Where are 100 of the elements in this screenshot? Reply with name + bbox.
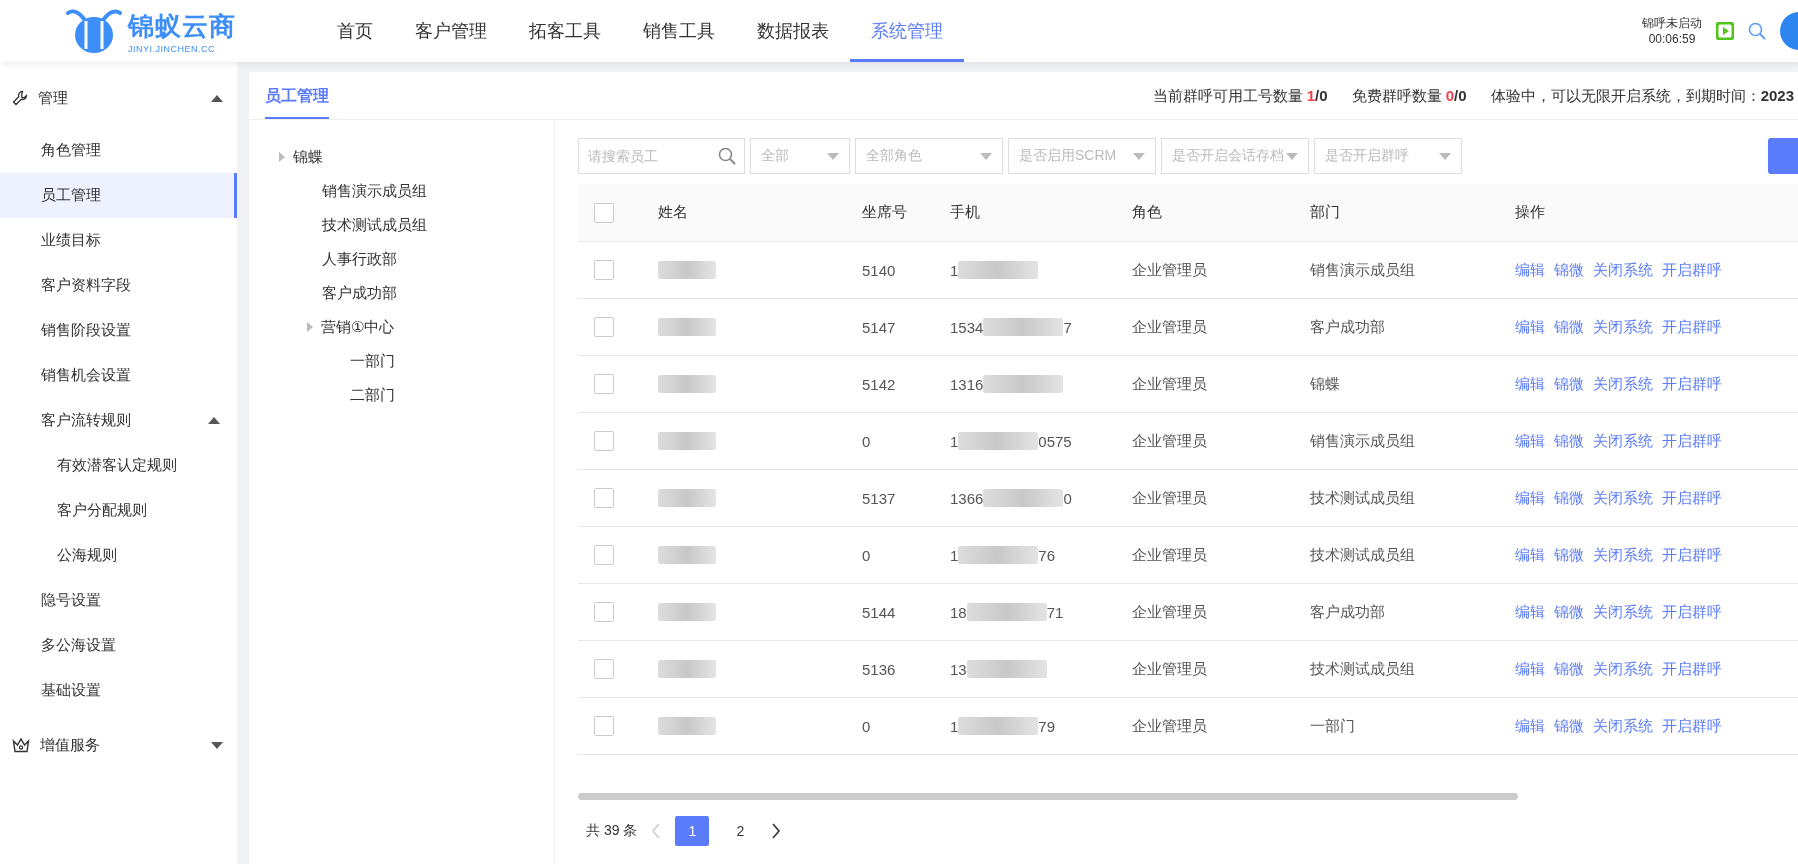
action-link[interactable]: 关闭系统 — [1593, 488, 1653, 508]
action-link[interactable]: 编辑 — [1515, 317, 1545, 337]
play-icon[interactable] — [1716, 22, 1734, 40]
action-link[interactable]: 编辑 — [1515, 602, 1545, 622]
sidebar-item[interactable]: 员工管理 — [0, 173, 237, 218]
action-link[interactable]: 关闭系统 — [1593, 716, 1653, 736]
sidebar-item[interactable]: 多公海设置 — [0, 623, 237, 668]
action-link[interactable]: 锦微 — [1554, 317, 1584, 337]
page-tab[interactable]: 员工管理 — [265, 86, 329, 119]
action-link[interactable]: 开启群呼 — [1662, 431, 1722, 451]
page-button[interactable]: 2 — [723, 816, 758, 846]
action-link[interactable]: 开启群呼 — [1662, 716, 1722, 736]
action-link[interactable]: 编辑 — [1515, 488, 1545, 508]
nav-tab[interactable]: 系统管理 — [850, 0, 964, 62]
next-page-icon[interactable] — [771, 823, 782, 839]
filter-select[interactable]: 全部 — [750, 138, 850, 174]
tree-node[interactable]: 技术测试成员组 — [322, 215, 427, 235]
filter-select[interactable]: 是否开启群呼 — [1314, 138, 1462, 174]
sidebar-item[interactable]: 销售阶段设置 — [0, 308, 237, 353]
sidebar-item[interactable]: 销售机会设置 — [0, 353, 237, 398]
sidebar-item[interactable]: 基础设置 — [0, 668, 237, 713]
action-link[interactable]: 编辑 — [1515, 260, 1545, 280]
action-link[interactable]: 锦微 — [1554, 716, 1584, 736]
action-link[interactable]: 锦微 — [1554, 545, 1584, 565]
action-link[interactable]: 编辑 — [1515, 374, 1545, 394]
search-field[interactable]: 请搜索员工 — [578, 138, 745, 174]
tree-node[interactable]: 一部门 — [350, 351, 395, 371]
action-button[interactable] — [1768, 138, 1798, 174]
dropdown-caret-icon — [1439, 152, 1451, 160]
action-link[interactable]: 锦微 — [1554, 374, 1584, 394]
expand-icon[interactable] — [307, 322, 313, 332]
filter-select[interactable]: 全部角色 — [855, 138, 1003, 174]
sidebar-item[interactable]: 公海规则 — [0, 533, 237, 578]
action-link[interactable]: 开启群呼 — [1662, 260, 1722, 280]
action-link[interactable]: 锦微 — [1554, 488, 1584, 508]
action-link[interactable]: 关闭系统 — [1593, 317, 1653, 337]
action-link[interactable]: 锦微 — [1554, 602, 1584, 622]
row-checkbox[interactable] — [594, 374, 614, 394]
nav-tab[interactable]: 数据报表 — [736, 0, 850, 62]
action-link[interactable]: 开启群呼 — [1662, 374, 1722, 394]
tree-node[interactable]: 销售演示成员组 — [322, 181, 427, 201]
filter-select[interactable]: 是否开启会话存档 — [1161, 138, 1309, 174]
action-link[interactable]: 开启群呼 — [1662, 317, 1722, 337]
row-checkbox[interactable] — [594, 431, 614, 451]
action-link[interactable]: 编辑 — [1515, 659, 1545, 679]
row-checkbox[interactable] — [594, 716, 614, 736]
action-link[interactable]: 锦微 — [1554, 260, 1584, 280]
action-link[interactable]: 开启群呼 — [1662, 659, 1722, 679]
previous-page-icon[interactable] — [651, 823, 662, 839]
row-checkbox[interactable] — [594, 602, 614, 622]
nav-tab[interactable]: 首页 — [316, 0, 394, 62]
action-link[interactable]: 编辑 — [1515, 431, 1545, 451]
action-link[interactable]: 编辑 — [1515, 545, 1545, 565]
action-link[interactable]: 关闭系统 — [1593, 374, 1653, 394]
nav-tab[interactable]: 客户管理 — [394, 0, 508, 62]
sidebar-section[interactable]: 增值服务 — [0, 723, 237, 767]
row-checkbox[interactable] — [594, 260, 614, 280]
select-all-checkbox[interactable] — [594, 202, 614, 223]
action-link[interactable]: 关闭系统 — [1593, 659, 1653, 679]
sidebar-section[interactable]: 管理 — [0, 76, 237, 120]
sidebar-item[interactable]: 有效潜客认定规则 — [0, 443, 237, 488]
tree-node[interactable]: 人事行政部 — [322, 249, 397, 269]
action-link[interactable]: 开启群呼 — [1662, 488, 1722, 508]
sidebar-item[interactable]: 客户分配规则 — [0, 488, 237, 533]
trial-notice: 体验中，可以无限开启系统，到期时间：2023 — [1490, 87, 1794, 106]
row-checkbox[interactable] — [594, 545, 614, 565]
scrollbar-thumb[interactable] — [578, 793, 1518, 800]
row-checkbox[interactable] — [594, 488, 614, 508]
filter-select[interactable]: 是否启用SCRM — [1008, 138, 1156, 174]
row-checkbox[interactable] — [594, 317, 614, 337]
action-link[interactable]: 锦微 — [1554, 659, 1584, 679]
sidebar-item[interactable]: 隐号设置 — [0, 578, 237, 623]
sidebar-item[interactable]: 角色管理 — [0, 128, 237, 173]
action-link[interactable]: 关闭系统 — [1593, 260, 1653, 280]
sidebar-item[interactable]: 客户流转规则 — [0, 398, 237, 443]
action-link[interactable]: 锦微 — [1554, 431, 1584, 451]
action-link[interactable]: 关闭系统 — [1593, 602, 1653, 622]
redacted-name — [658, 546, 716, 564]
phone-suffix: 7 — [1063, 318, 1072, 336]
caret-icon[interactable] — [208, 417, 220, 424]
page-button[interactable]: 1 — [675, 816, 710, 846]
action-link[interactable]: 编辑 — [1515, 716, 1545, 736]
seat-cell-text: 5144 — [862, 603, 897, 621]
expand-icon[interactable] — [279, 152, 285, 162]
search-icon[interactable] — [718, 147, 736, 165]
tree-node[interactable]: 客户成功部 — [322, 283, 397, 303]
search-icon[interactable] — [1748, 22, 1766, 40]
role-cell-text: 企业管理员 — [1132, 602, 1208, 622]
tree-node[interactable]: 营销①中心 — [321, 317, 395, 337]
action-link[interactable]: 开启群呼 — [1662, 545, 1722, 565]
nav-tab[interactable]: 销售工具 — [622, 0, 736, 62]
sidebar-item[interactable]: 客户资料字段 — [0, 263, 237, 308]
tree-node[interactable]: 锦蝶 — [293, 147, 323, 167]
action-link[interactable]: 开启群呼 — [1662, 602, 1722, 622]
row-checkbox[interactable] — [594, 659, 614, 679]
sidebar-item[interactable]: 业绩目标 — [0, 218, 237, 263]
nav-tab[interactable]: 拓客工具 — [508, 0, 622, 62]
action-link[interactable]: 关闭系统 — [1593, 545, 1653, 565]
action-link[interactable]: 关闭系统 — [1593, 431, 1653, 451]
tree-node[interactable]: 二部门 — [350, 385, 395, 405]
